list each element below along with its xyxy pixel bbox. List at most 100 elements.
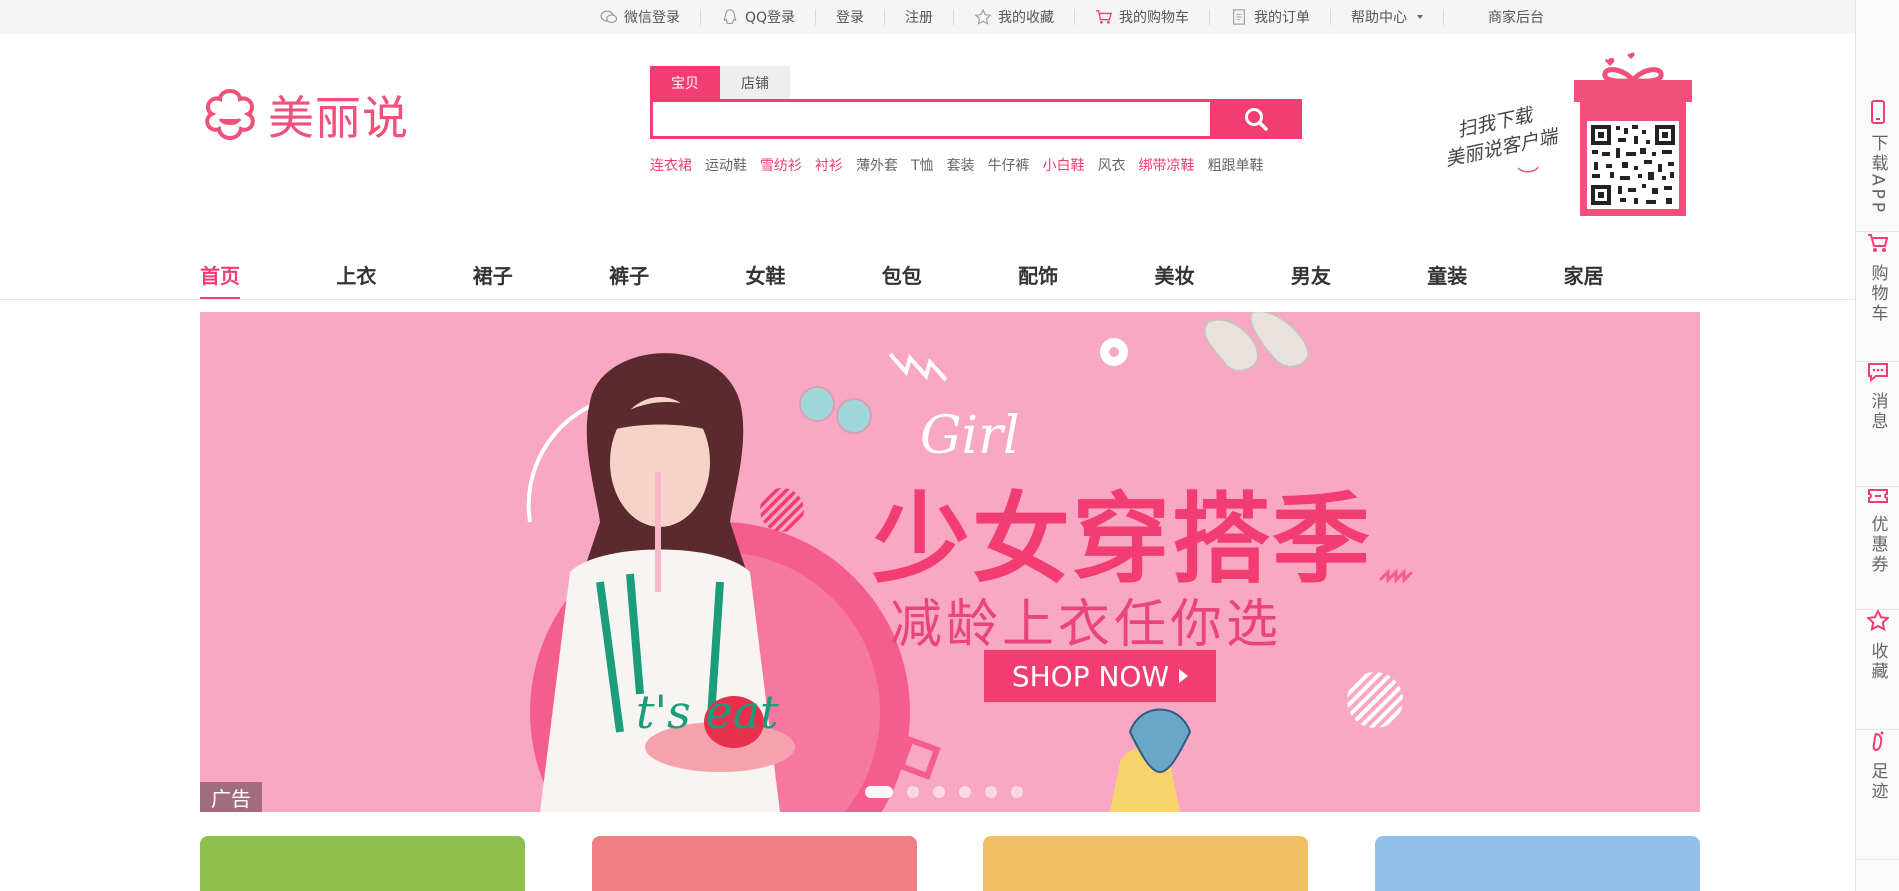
hero-banner[interactable]: t's eat Girl 少女穿搭季 减龄上衣任你选 SHOP NOW 广告 [200, 312, 1700, 812]
category-card[interactable] [200, 836, 525, 891]
hot-word-link[interactable]: 绑带凉鞋 [1139, 155, 1195, 175]
nav-item[interactable]: 上衣 [336, 244, 472, 300]
my-favorites-link[interactable]: 我的收藏 [954, 9, 1076, 26]
search-tabs: 宝贝 店铺 [650, 66, 1302, 99]
search-icon [1245, 108, 1268, 131]
sidebar-item[interactable]: 下载APP [1856, 100, 1899, 232]
footprint-icon [1868, 730, 1888, 756]
hot-word-link[interactable]: 薄外套 [856, 155, 898, 175]
wechat-login-label: 微信登录 [624, 10, 680, 26]
shop-now-label: SHOP NOW [1011, 659, 1170, 693]
category-card[interactable] [983, 836, 1309, 891]
search-input[interactable] [650, 99, 1210, 139]
category-cards [200, 836, 1700, 891]
star-icon [974, 9, 992, 25]
nav-item[interactable]: 男友 [1291, 244, 1427, 300]
top-bar-links: 微信登录 QQ登录 登录 注册 我的收藏 我的购物车 我的订单 帮助中心 商家后… [580, 0, 1564, 34]
site-logo[interactable]: 美丽说 [198, 82, 409, 148]
hot-word-link[interactable]: 雪纺衫 [760, 155, 802, 175]
nav-item[interactable]: 美妆 [1155, 244, 1291, 300]
hot-word-link[interactable]: 运动鞋 [705, 155, 747, 175]
hot-word-link[interactable]: 套装 [947, 155, 975, 175]
message-icon [1867, 362, 1889, 386]
page: 微信登录 QQ登录 登录 注册 我的收藏 我的购物车 我的订单 帮助中心 商家后… [0, 0, 1899, 891]
banner-dot[interactable] [959, 786, 971, 798]
banner-subtitle: 减龄上衣任你选 [890, 595, 1283, 655]
nav-item[interactable]: 首页 [200, 244, 336, 300]
hot-word-link[interactable]: 小白鞋 [1043, 155, 1085, 175]
nav-item[interactable]: 童装 [1427, 244, 1563, 300]
sidebar-item-label: 下载APP [1867, 134, 1888, 216]
hot-word-link[interactable]: 风衣 [1098, 155, 1126, 175]
sidebar-item[interactable]: 收藏 [1856, 608, 1899, 730]
my-orders-link[interactable]: 我的订单 [1210, 9, 1332, 26]
banner-dot[interactable] [985, 786, 997, 798]
nav-item[interactable]: 包包 [882, 244, 1018, 300]
top-bar: 微信登录 QQ登录 登录 注册 我的收藏 我的购物车 我的订单 帮助中心 商家后… [0, 0, 1855, 34]
play-arrow-icon [1179, 669, 1189, 683]
qr-gift-box-icon: 扫我下载 美丽说客户端 [1443, 52, 1692, 216]
sidebar-item[interactable]: 足迹 [1856, 730, 1899, 860]
my-cart-link[interactable]: 我的购物车 [1075, 9, 1211, 26]
my-favorites-label: 我的收藏 [998, 10, 1055, 26]
cart-icon [1867, 232, 1889, 258]
merchant-backend-link[interactable]: 商家后台 [1444, 9, 1564, 26]
hot-word-link[interactable]: 衬衫 [815, 155, 843, 175]
search-area: 宝贝 店铺 连衣裙 运动鞋 雪纺衫 衬衫 薄外套 T恤 套装 牛仔裤 小白鞋 风衣 绑带凉鞋 粗跟单鞋 [650, 66, 1302, 175]
sidebar-item-label: 消息 [1867, 392, 1888, 432]
ad-tag: 广告 [200, 782, 262, 812]
shop-now-button[interactable]: SHOP NOW [984, 650, 1216, 702]
nav-item[interactable]: 裙子 [473, 244, 609, 300]
wechat-login-link[interactable]: 微信登录 [580, 9, 701, 26]
hot-word-link[interactable]: T恤 [911, 155, 934, 175]
category-card[interactable] [1374, 836, 1700, 891]
sidebar-item[interactable]: 优惠券 [1856, 487, 1899, 610]
phone-icon [1868, 100, 1888, 128]
hot-word-link[interactable]: 牛仔裤 [988, 155, 1030, 175]
coupon-icon [1867, 487, 1889, 509]
nav-divider [0, 299, 1855, 300]
help-center-dropdown[interactable]: 帮助中心 [1331, 9, 1445, 26]
search-tab-shops[interactable]: 店铺 [720, 66, 790, 99]
banner-dot[interactable] [865, 786, 893, 798]
search-button[interactable] [1210, 99, 1302, 139]
right-sidebar: 下载APP 购物车消息优惠券收藏足迹 [1855, 0, 1899, 891]
register-label: 注册 [905, 10, 934, 26]
banner-dot[interactable] [907, 786, 919, 798]
sidebar-item-label: 足迹 [1867, 762, 1888, 802]
help-center-label: 帮助中心 [1351, 10, 1408, 26]
sidebar-item[interactable]: 消息 [1856, 362, 1899, 487]
app-download-promo[interactable]: 扫我下载 美丽说客户端 [1440, 48, 1700, 228]
banner-title: 少女穿搭季 [872, 483, 1373, 597]
nav-item[interactable]: 裤子 [609, 244, 745, 300]
order-icon [1233, 9, 1245, 25]
my-cart-label: 我的购物车 [1119, 10, 1190, 26]
sidebar-item-label: 收藏 [1867, 642, 1888, 682]
login-link[interactable]: 登录 [816, 9, 886, 26]
hot-word-link[interactable]: 连衣裙 [650, 155, 692, 175]
nav-item[interactable]: 配饰 [1018, 244, 1154, 300]
sidebar-item-label: 购物车 [1867, 264, 1888, 324]
sidebar-item[interactable]: 购物车 [1856, 232, 1899, 362]
shirt-text: t's eat [636, 685, 779, 739]
banner-dot[interactable] [933, 786, 945, 798]
cart-icon [1096, 10, 1113, 24]
qq-login-link[interactable]: QQ登录 [701, 9, 817, 26]
banner-girl-text: Girl [920, 406, 1020, 466]
my-orders-label: 我的订单 [1254, 10, 1311, 26]
register-link[interactable]: 注册 [885, 9, 955, 26]
login-label: 登录 [836, 10, 865, 26]
category-card[interactable] [591, 836, 917, 891]
banner-dot[interactable] [1011, 786, 1023, 798]
hot-search-words: 连衣裙 运动鞋 雪纺衫 衬衫 薄外套 T恤 套装 牛仔裤 小白鞋 风衣 绑带凉鞋 粗跟单鞋 [650, 155, 1302, 175]
search-row [650, 99, 1302, 139]
nav-item[interactable]: 女鞋 [745, 244, 881, 300]
search-tab-items[interactable]: 宝贝 [650, 66, 720, 99]
sidebar-item-label: 优惠券 [1867, 515, 1888, 575]
chevron-down-icon [1417, 15, 1424, 19]
logo-text: 美丽说 [268, 91, 409, 145]
nav-item[interactable]: 家居 [1564, 244, 1700, 300]
qq-login-label: QQ登录 [745, 10, 796, 26]
qq-icon [723, 9, 737, 24]
hot-word-link[interactable]: 粗跟单鞋 [1208, 155, 1264, 175]
